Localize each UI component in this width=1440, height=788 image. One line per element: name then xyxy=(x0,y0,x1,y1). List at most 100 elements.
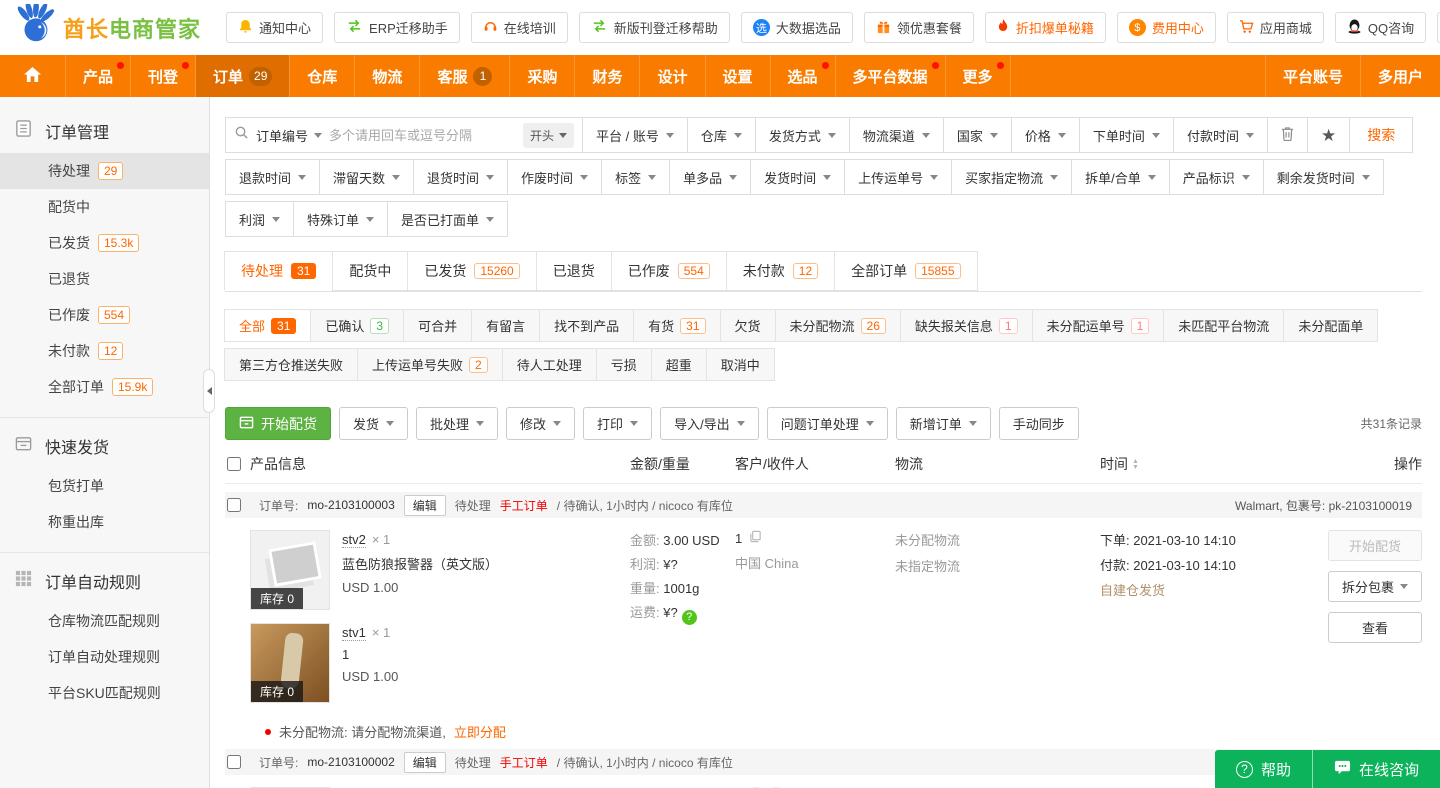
tab-unpaid[interactable]: 未付款12 xyxy=(726,251,835,291)
filter-void-time[interactable]: 作废时间 xyxy=(507,159,602,195)
subtab-no-shipping-label[interactable]: 未分配面单 xyxy=(1283,309,1378,342)
nav-item-orders[interactable]: 订单29 xyxy=(195,55,289,97)
help-question-icon[interactable]: ? xyxy=(682,610,697,625)
subtab-in-stock[interactable]: 有货31 xyxy=(633,309,720,342)
filter-label-tag[interactable]: 标签 xyxy=(601,159,670,195)
subtab-loss[interactable]: 亏损 xyxy=(596,348,652,381)
nav-item-platform-accounts[interactable]: 平台账号 xyxy=(1265,55,1360,97)
coupon-package-button[interactable]: 领优惠套餐 xyxy=(864,12,974,43)
subtab-manual-handling[interactable]: 待人工处理 xyxy=(502,348,597,381)
subtab-no-logistics[interactable]: 未分配物流26 xyxy=(775,309,901,342)
app-store-button[interactable]: 应用商城 xyxy=(1227,12,1324,43)
match-mode-selector[interactable]: 开头 xyxy=(523,123,574,148)
nav-item-listings[interactable]: 刊登 xyxy=(130,55,195,97)
start-picking-row-button[interactable]: 开始配货 xyxy=(1328,530,1422,561)
tab-distributing[interactable]: 配货中 xyxy=(332,251,408,291)
new-order-button[interactable]: 新增订单 xyxy=(896,407,991,440)
filter-payment-time[interactable]: 付款时间 xyxy=(1173,117,1268,153)
product-sku-link[interactable]: stv1 xyxy=(342,625,366,641)
subtab-product-not-found[interactable]: 找不到产品 xyxy=(539,309,634,342)
nav-item-finance[interactable]: 财务 xyxy=(574,55,639,97)
modify-button[interactable]: 修改 xyxy=(506,407,575,440)
order-checkbox[interactable] xyxy=(227,498,241,512)
listing-migration-help-button[interactable]: 新版刊登迁移帮助 xyxy=(579,12,730,43)
ship-button[interactable]: 发货 xyxy=(339,407,408,440)
help-button[interactable]: ? 帮助 xyxy=(1215,750,1312,788)
sidebar-item-unpaid[interactable]: 未付款12 xyxy=(0,333,209,369)
nav-item-multi-user[interactable]: 多用户 xyxy=(1360,55,1440,97)
filter-profit[interactable]: 利润 xyxy=(225,201,294,237)
sidebar-item-auto-process-rule[interactable]: 订单自动处理规则 xyxy=(0,639,209,675)
filter-product-mark[interactable]: 产品标识 xyxy=(1169,159,1264,195)
nav-item-purchasing[interactable]: 采购 xyxy=(509,55,574,97)
sidebar-item-pack-print[interactable]: 包货打单 xyxy=(0,468,209,504)
sidebar-item-shipped[interactable]: 已发货15.3k xyxy=(0,225,209,261)
order-checkbox[interactable] xyxy=(227,755,241,769)
sidebar-item-platform-sku-rule[interactable]: 平台SKU匹配规则 xyxy=(0,675,209,711)
tab-voided[interactable]: 已作废554 xyxy=(611,251,727,291)
filter-upload-tracking[interactable]: 上传运单号 xyxy=(844,159,952,195)
copy-icon[interactable] xyxy=(749,530,762,546)
filter-retention-days[interactable]: 滞留天数 xyxy=(319,159,414,195)
product-sku-link[interactable]: stv2 xyxy=(342,532,366,548)
subtab-confirmed[interactable]: 已确认3 xyxy=(310,309,404,342)
nav-item-warehouse[interactable]: 仓库 xyxy=(289,55,354,97)
discount-secrets-button[interactable]: 折扣爆单秘籍 xyxy=(985,12,1106,43)
nav-item-more[interactable]: 更多 xyxy=(945,55,1010,97)
filter-platform-account[interactable]: 平台 / 账号 xyxy=(582,117,688,153)
tab-returned[interactable]: 已退货 xyxy=(536,251,612,291)
search-field-selector[interactable]: 订单编号 xyxy=(256,126,322,145)
product-image[interactable]: 库存 0 xyxy=(250,623,330,703)
sidebar-item-all-orders[interactable]: 全部订单15.9k xyxy=(0,369,209,405)
subtab-out-of-stock[interactable]: 欠货 xyxy=(720,309,776,342)
subtab-cancelling[interactable]: 取消中 xyxy=(706,348,775,381)
nav-home[interactable] xyxy=(0,55,65,97)
subtab-overweight[interactable]: 超重 xyxy=(651,348,707,381)
online-training-button[interactable]: 在线培训 xyxy=(471,12,568,43)
subtab-all[interactable]: 全部31 xyxy=(224,309,311,342)
nav-item-products[interactable]: 产品 xyxy=(65,55,130,97)
filter-single-multi-item[interactable]: 单多品 xyxy=(669,159,751,195)
subtab-missing-customs-info[interactable]: 缺失报关信息1 xyxy=(900,309,1033,342)
time-header[interactable]: 时间▲▼ xyxy=(1100,454,1320,474)
filter-remaining-ship-time[interactable]: 剩余发货时间 xyxy=(1263,159,1384,195)
edit-order-button[interactable]: 编辑 xyxy=(404,752,446,773)
filter-country[interactable]: 国家 xyxy=(943,117,1012,153)
view-order-button[interactable]: 查看 xyxy=(1328,612,1422,643)
search-input[interactable] xyxy=(329,128,516,143)
filter-buyer-logistics[interactable]: 买家指定物流 xyxy=(951,159,1072,195)
start-picking-button[interactable]: 开始配货 xyxy=(225,407,331,440)
filter-logistics-channel[interactable]: 物流渠道 xyxy=(849,117,944,153)
subtab-upload-tracking-failed[interactable]: 上传运单号失败2 xyxy=(357,348,503,381)
filter-ship-time[interactable]: 发货时间 xyxy=(750,159,845,195)
sidebar-item-returned[interactable]: 已退货 xyxy=(0,261,209,297)
filter-price[interactable]: 价格 xyxy=(1011,117,1080,153)
nav-item-settings[interactable]: 设置 xyxy=(705,55,770,97)
clear-filters-button[interactable] xyxy=(1267,117,1308,153)
subtab-mergeable[interactable]: 可合并 xyxy=(403,309,472,342)
filter-order-time[interactable]: 下单时间 xyxy=(1079,117,1174,153)
assign-logistics-link[interactable]: 立即分配 xyxy=(454,722,506,741)
subtab-has-message[interactable]: 有留言 xyxy=(471,309,540,342)
sidebar-item-distributing[interactable]: 配货中 xyxy=(0,189,209,225)
filter-warehouse[interactable]: 仓库 xyxy=(687,117,756,153)
sidebar-item-voided[interactable]: 已作废554 xyxy=(0,297,209,333)
edit-order-button[interactable]: 编辑 xyxy=(404,495,446,516)
product-image[interactable]: 库存 0 xyxy=(250,530,330,610)
split-package-button[interactable]: 拆分包裹 xyxy=(1328,571,1422,602)
filter-shipping-method[interactable]: 发货方式 xyxy=(755,117,850,153)
print-button[interactable]: 打印 xyxy=(583,407,652,440)
filter-label-printed[interactable]: 是否已打面单 xyxy=(387,201,508,237)
filter-split-merge[interactable]: 拆单/合单 xyxy=(1071,159,1170,195)
tab-all-orders[interactable]: 全部订单15855 xyxy=(834,251,977,291)
select-all-checkbox[interactable] xyxy=(227,457,241,471)
tab-pending[interactable]: 待处理31 xyxy=(224,251,333,291)
online-chat-button[interactable]: 在线咨询 xyxy=(1312,750,1440,788)
sidebar-item-weigh-out[interactable]: 称重出库 xyxy=(0,504,209,540)
erp-migration-button[interactable]: ERP迁移助手 xyxy=(334,12,460,43)
filter-special-order[interactable]: 特殊订单 xyxy=(293,201,388,237)
sidebar-item-warehouse-logistics-rule[interactable]: 仓库物流匹配规则 xyxy=(0,603,209,639)
favorite-filter-button[interactable]: ★ xyxy=(1307,117,1350,153)
filter-refund-time[interactable]: 退款时间 xyxy=(225,159,320,195)
filter-return-time[interactable]: 退货时间 xyxy=(413,159,508,195)
